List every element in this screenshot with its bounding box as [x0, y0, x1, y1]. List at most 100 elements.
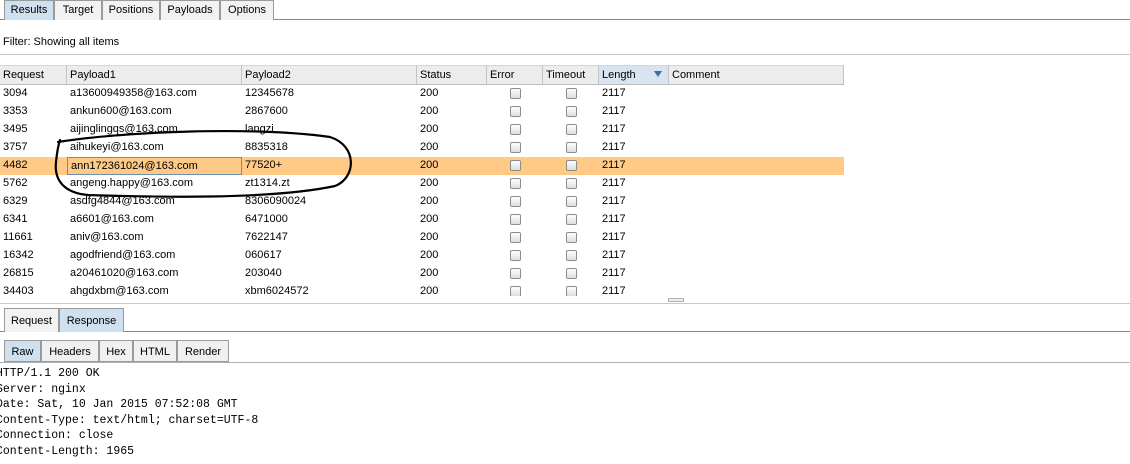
timeout-checkbox[interactable] — [566, 142, 577, 153]
timeout-checkbox[interactable] — [566, 160, 577, 171]
tab-headers[interactable]: Headers — [41, 340, 99, 362]
pane-splitter[interactable] — [0, 298, 1130, 304]
length-cell: 2117 — [602, 87, 626, 99]
tab-raw[interactable]: Raw — [4, 340, 41, 362]
error-checkbox[interactable] — [510, 214, 521, 225]
table-row[interactable]: 26815 a20461020@163.com 203040 200 2117 — [0, 265, 844, 283]
tab-positions[interactable]: Positions — [102, 0, 160, 20]
comment-cell — [669, 283, 844, 296]
payload2-cell: 203040 — [245, 267, 282, 279]
response-line: Content-Length: 1965 — [0, 444, 135, 458]
timeout-checkbox[interactable] — [566, 88, 577, 99]
timeout-checkbox[interactable] — [566, 124, 577, 135]
request-cell: 6341 — [3, 213, 28, 225]
filter-label[interactable]: Filter: Showing all items — [3, 36, 119, 48]
timeout-checkbox[interactable] — [566, 178, 577, 189]
tab-hex[interactable]: Hex — [99, 340, 133, 362]
table-row[interactable]: 11661 aniv@163.com 7622147 200 2117 — [0, 229, 844, 247]
request-cell: 5762 — [3, 177, 28, 189]
payload1-cell: a6601@163.com — [70, 213, 154, 225]
message-tab-bar: Request Response — [0, 307, 1130, 332]
tab-payloads[interactable]: Payloads — [160, 0, 220, 20]
error-checkbox[interactable] — [510, 160, 521, 171]
tab-options[interactable]: Options — [220, 0, 274, 20]
length-cell: 2117 — [602, 249, 626, 261]
response-line: Server: nginx — [0, 382, 86, 396]
length-cell: 2117 — [602, 285, 626, 296]
response-line: Date: Sat, 10 Jan 2015 07:52:08 GMT — [0, 398, 238, 411]
timeout-checkbox[interactable] — [566, 214, 577, 225]
status-cell: 200 — [420, 231, 439, 243]
tab-response[interactable]: Response — [59, 308, 124, 332]
status-cell: 200 — [420, 177, 439, 189]
timeout-checkbox[interactable] — [566, 232, 577, 243]
tab-render[interactable]: Render — [177, 340, 229, 362]
error-checkbox[interactable] — [510, 142, 521, 153]
error-checkbox[interactable] — [510, 178, 521, 189]
table-row[interactable]: 6329 asdfg4844@163.com 8306090024 200 2117 — [0, 193, 844, 211]
request-cell: 3353 — [3, 105, 28, 117]
table-row[interactable]: 3094 a13600949358@163.com 12345678 200 2117 — [0, 85, 844, 103]
request-cell: 16342 — [3, 249, 34, 261]
results-table[interactable]: Request Payload1 Payload2 Status Error T… — [0, 65, 844, 296]
error-checkbox[interactable] — [510, 106, 521, 117]
filter-bar[interactable]: Filter: Showing all items — [0, 28, 1130, 55]
table-row[interactable]: 34403 ahgdxbm@163.com xbm6024572 200 2117 — [0, 283, 844, 296]
tab-request[interactable]: Request — [4, 308, 59, 332]
status-cell: 200 — [420, 141, 439, 153]
comment-cell — [669, 211, 844, 229]
status-cell: 200 — [420, 123, 439, 135]
column-header-comment[interactable]: Comment — [669, 65, 844, 85]
tab-html[interactable]: HTML — [133, 340, 177, 362]
response-body[interactable]: HTTP/1.1 200 OK Server: nginx Date: Sat,… — [0, 366, 1130, 464]
error-checkbox[interactable] — [510, 250, 521, 261]
status-cell: 200 — [420, 195, 439, 207]
error-checkbox[interactable] — [510, 268, 521, 279]
table-row[interactable]: 3495 aijinglingqs@163.com langzi 200 2117 — [0, 121, 844, 139]
payload2-cell: 12345678 — [245, 87, 294, 99]
error-checkbox[interactable] — [510, 196, 521, 207]
payload2-cell: 060617 — [245, 249, 282, 261]
tab-target[interactable]: Target — [54, 0, 102, 20]
table-row[interactable]: 4482 ann172361024@163.com 77520+ 200 2117 — [0, 157, 844, 175]
request-cell: 4482 — [3, 159, 28, 171]
table-header: Request Payload1 Payload2 Status Error T… — [0, 65, 844, 85]
request-cell: 26815 — [3, 267, 34, 279]
length-cell: 2117 — [602, 177, 626, 189]
column-header-payload2[interactable]: Payload2 — [242, 65, 417, 85]
column-header-payload1[interactable]: Payload1 — [67, 65, 242, 85]
timeout-checkbox[interactable] — [566, 268, 577, 279]
timeout-checkbox[interactable] — [566, 106, 577, 117]
top-tab-bar: Results Target Positions Payloads Option… — [0, 0, 1130, 20]
column-header-status[interactable]: Status — [417, 65, 487, 85]
length-cell: 2117 — [602, 267, 626, 279]
table-row[interactable]: 3353 ankun600@163.com 2867600 200 2117 — [0, 103, 844, 121]
timeout-checkbox[interactable] — [566, 250, 577, 261]
table-row[interactable]: 16342 agodfriend@163.com 060617 200 2117 — [0, 247, 844, 265]
view-tab-bar: Raw Headers Hex HTML Render — [0, 337, 1130, 363]
comment-cell — [669, 157, 844, 175]
error-checkbox[interactable] — [510, 286, 521, 296]
table-row[interactable]: 6341 a6601@163.com 6471000 200 2117 — [0, 211, 844, 229]
timeout-checkbox[interactable] — [566, 196, 577, 207]
tab-results[interactable]: Results — [4, 0, 54, 20]
response-line: Connection: close — [0, 429, 114, 442]
payload1-cell: asdfg4844@163.com — [70, 195, 175, 207]
column-header-request[interactable]: Request — [0, 65, 67, 85]
error-checkbox[interactable] — [510, 124, 521, 135]
table-row[interactable]: 3757 aihukeyi@163.com 8835318 200 2117 — [0, 139, 844, 157]
payload2-cell: 6471000 — [245, 213, 288, 225]
column-header-timeout[interactable]: Timeout — [543, 65, 599, 85]
splitter-grip[interactable] — [668, 298, 684, 302]
error-checkbox[interactable] — [510, 88, 521, 99]
comment-cell — [669, 175, 844, 193]
column-header-error[interactable]: Error — [487, 65, 543, 85]
column-header-length[interactable]: Length — [599, 65, 669, 85]
error-checkbox[interactable] — [510, 232, 521, 243]
comment-cell — [669, 265, 844, 283]
request-cell: 6329 — [3, 195, 28, 207]
comment-cell — [669, 103, 844, 121]
status-cell: 200 — [420, 105, 439, 117]
timeout-checkbox[interactable] — [566, 286, 577, 296]
table-row[interactable]: 5762 angeng.happy@163.com zt1314.zt 200 2117 — [0, 175, 844, 193]
